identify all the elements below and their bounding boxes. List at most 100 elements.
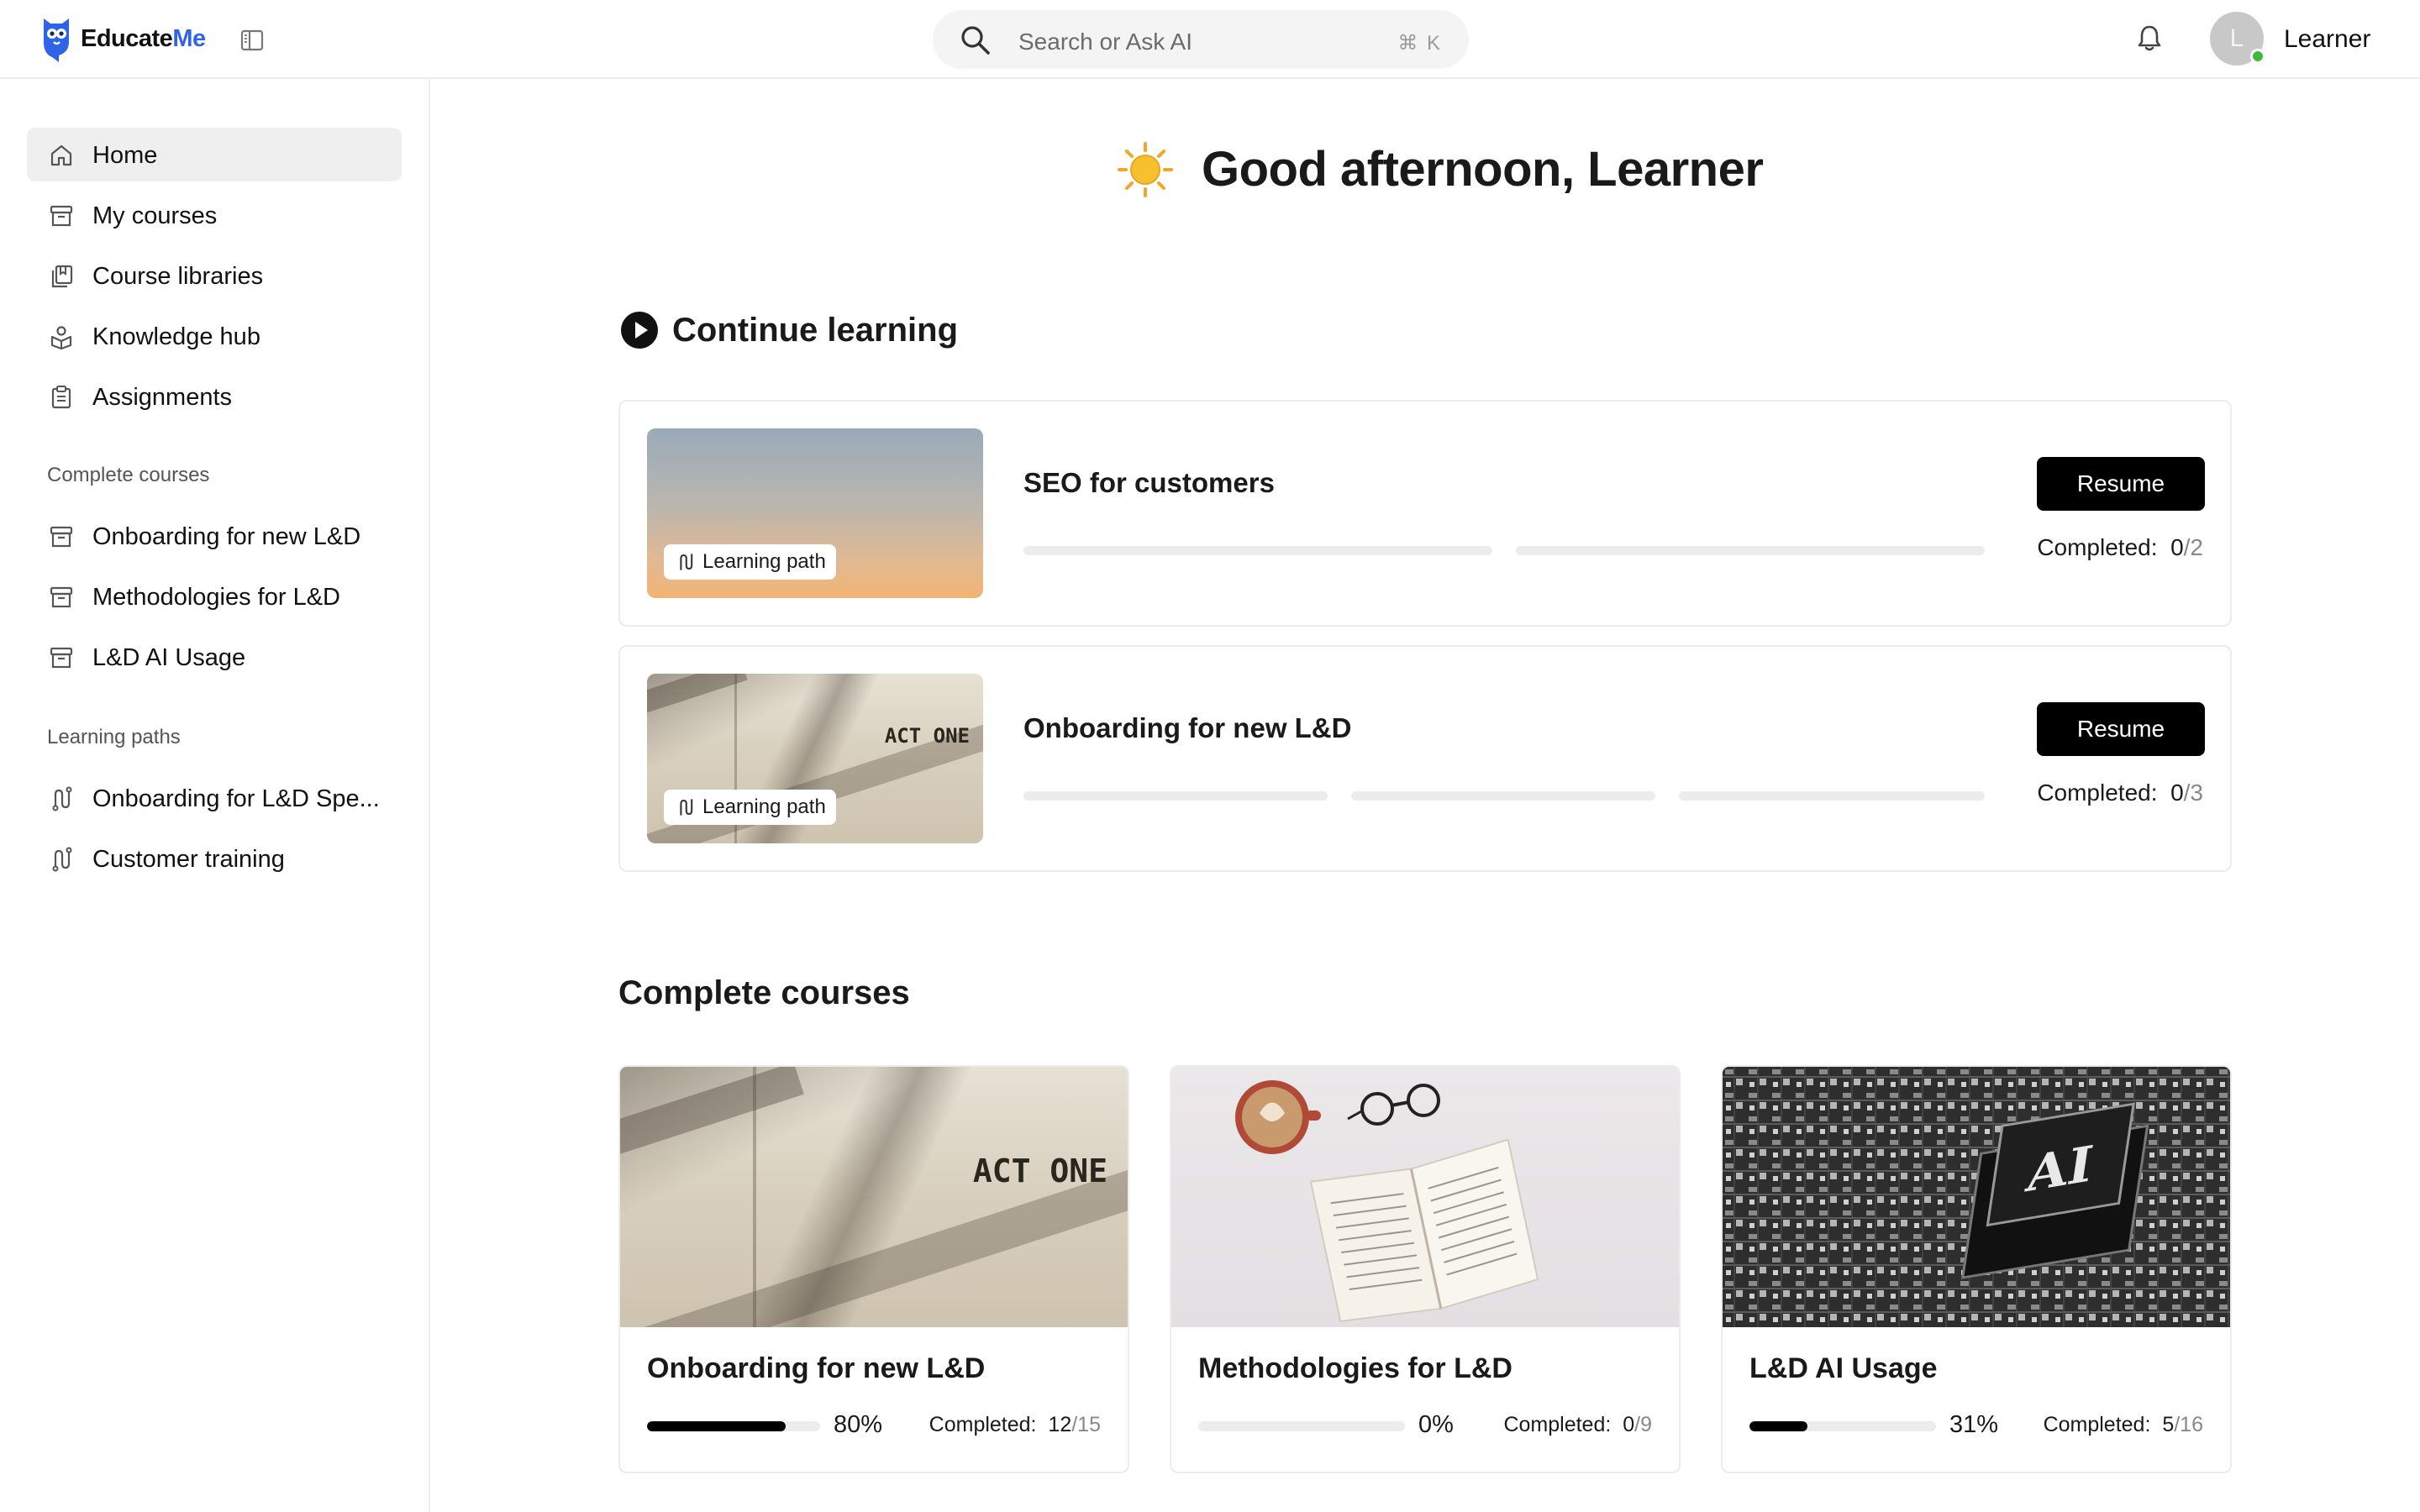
archive-icon — [50, 205, 73, 227]
user-name[interactable]: Learner — [2284, 25, 2370, 54]
progress-segment — [1351, 791, 1655, 801]
course-card[interactable]: Methodologies for L&D 0% Completed: 0/9 — [1170, 1065, 1681, 1473]
sidebar-item-customer-training[interactable]: Customer training — [27, 832, 402, 885]
progress-segment — [1516, 546, 1985, 555]
sidebar-item-assignments[interactable]: Assignments — [27, 370, 402, 423]
sidebar-toggle-icon — [240, 29, 264, 51]
library-icon — [51, 265, 73, 288]
avatar-initial: L — [2229, 24, 2244, 52]
course-title[interactable]: Onboarding for new L&D — [1023, 712, 1351, 744]
sidebar-item-my-courses[interactable]: My courses — [27, 188, 402, 242]
learning-path-badge: Learning path — [664, 544, 836, 580]
search-input[interactable]: Search or Ask AI ⌘ K — [933, 10, 1469, 69]
completed-count: Completed: 12/15 — [929, 1413, 1101, 1436]
sidebar-item-course-libraries[interactable]: Course libraries — [27, 249, 402, 302]
progress-bar — [1198, 1421, 1405, 1431]
archive-icon — [50, 526, 73, 548]
owl-logo-icon — [44, 18, 69, 62]
progress-bar — [1749, 1421, 1936, 1431]
ai-chip-illustration: AI — [1723, 1067, 2230, 1327]
user-avatar[interactable]: L — [2210, 12, 2265, 66]
continue-learning-heading: Continue learning — [620, 311, 958, 349]
sidebar: Home My courses Course libraries Knowled… — [0, 79, 430, 1512]
sidebar-item-label: Home — [92, 142, 158, 169]
sidebar-item-label: Onboarding for L&D Spe... — [92, 785, 380, 812]
progress-fill — [647, 1421, 786, 1431]
book-coffee-illustration — [1235, 1080, 1539, 1323]
sidebar-item-label: Onboarding for new L&D — [92, 523, 361, 550]
sun-icon — [1118, 141, 1173, 197]
progress-segment — [1679, 791, 1985, 801]
search-shortcut-hint: ⌘ K — [1397, 32, 1442, 55]
resume-button[interactable]: Resume — [2037, 702, 2205, 756]
search-icon — [961, 26, 990, 55]
notification-bell-icon[interactable] — [2133, 22, 2166, 55]
course-title: L&D AI Usage — [1749, 1352, 1938, 1384]
sidebar-item-label: Knowledge hub — [92, 323, 260, 350]
path-icon — [680, 554, 693, 570]
progress-percent: 0% — [1418, 1411, 1454, 1438]
sidebar-item-label: Assignments — [92, 384, 233, 411]
sidebar-item-label: Customer training — [92, 846, 285, 873]
search-placeholder: Search or Ask AI — [1018, 29, 1192, 55]
learning-path-label: Learning path — [702, 795, 826, 818]
completed-count: Completed: 5/16 — [2043, 1413, 2203, 1436]
progress-fill — [1749, 1421, 1807, 1431]
sidebar-toggle-button[interactable] — [237, 25, 267, 55]
sidebar-item-ai-usage-course[interactable]: L&D AI Usage — [27, 630, 402, 684]
thumbnail-text: ACT ONE — [884, 724, 970, 748]
course-image: AI — [1723, 1067, 2230, 1327]
sidebar-section-complete-courses: Complete courses — [47, 464, 210, 486]
learning-path-badge: Learning path — [664, 790, 836, 825]
course-card[interactable]: ACT ONE Onboarding for new L&D 80% Compl… — [618, 1065, 1129, 1473]
learning-path-label: Learning path — [702, 550, 826, 573]
logo-text: EducateMe — [81, 24, 206, 52]
progress-segment — [1023, 791, 1328, 801]
clipboard-icon — [51, 386, 71, 409]
course-title: Onboarding for new L&D — [647, 1352, 986, 1384]
path-icon — [52, 786, 72, 811]
path-icon — [52, 847, 72, 872]
continue-learning-card[interactable]: Learning path SEO for customers Resume C… — [618, 400, 2232, 627]
sidebar-item-methodologies-course[interactable]: Methodologies for L&D — [27, 570, 402, 623]
continue-learning-title: Continue learning — [672, 311, 958, 349]
home-icon — [50, 144, 72, 166]
completed-count: Completed: 0/2 — [2037, 534, 2203, 560]
path-icon — [680, 799, 693, 816]
course-image — [1171, 1067, 1679, 1327]
sidebar-item-home[interactable]: Home — [27, 128, 402, 181]
progress-percent: 31% — [1949, 1411, 1999, 1438]
archive-icon — [50, 586, 73, 608]
completed-count: Completed: 0/9 — [1503, 1413, 1652, 1436]
course-title: Methodologies for L&D — [1198, 1352, 1512, 1384]
sidebar-item-knowledge-hub[interactable]: Knowledge hub — [27, 309, 402, 363]
sidebar-item-label: L&D AI Usage — [92, 644, 246, 671]
image-text: ACT ONE — [972, 1152, 1107, 1189]
top-header: EducateMe Search or Ask AI ⌘ K L Learner — [0, 0, 2420, 79]
complete-courses-heading: Complete courses — [618, 974, 910, 1011]
greeting-text: Good afternoon, Learner — [1202, 142, 1764, 197]
progress-percent: 80% — [834, 1411, 883, 1438]
progress-bar — [647, 1421, 820, 1431]
course-thumbnail: ACT ONE Learning path — [647, 674, 983, 843]
knowledge-icon — [50, 326, 72, 349]
course-thumbnail: Learning path — [647, 428, 983, 598]
progress-segment — [1023, 546, 1492, 555]
course-card[interactable]: AI L&D AI Usage 31% Completed: 5/16 — [1721, 1065, 2232, 1473]
online-status-dot — [2250, 49, 2265, 64]
continue-learning-card[interactable]: ACT ONE Learning path Onboarding for new… — [618, 645, 2232, 872]
logo[interactable]: EducateMe — [39, 13, 206, 64]
archive-icon — [50, 647, 73, 669]
sidebar-item-onboarding-path[interactable]: Onboarding for L&D Spe... — [27, 771, 402, 825]
play-circle-icon — [621, 312, 658, 349]
sidebar-section-learning-paths: Learning paths — [47, 726, 181, 748]
sidebar-item-onboarding-course[interactable]: Onboarding for new L&D — [27, 509, 402, 563]
greeting: Good afternoon, Learner — [1118, 141, 1764, 197]
sidebar-item-label: My courses — [92, 202, 218, 229]
resume-button[interactable]: Resume — [2037, 457, 2205, 511]
course-image: ACT ONE — [620, 1067, 1128, 1327]
sidebar-item-label: Methodologies for L&D — [92, 584, 340, 611]
completed-count: Completed: 0/3 — [2037, 780, 2203, 806]
sidebar-item-label: Course libraries — [92, 263, 264, 290]
course-title[interactable]: SEO for customers — [1023, 467, 1275, 499]
